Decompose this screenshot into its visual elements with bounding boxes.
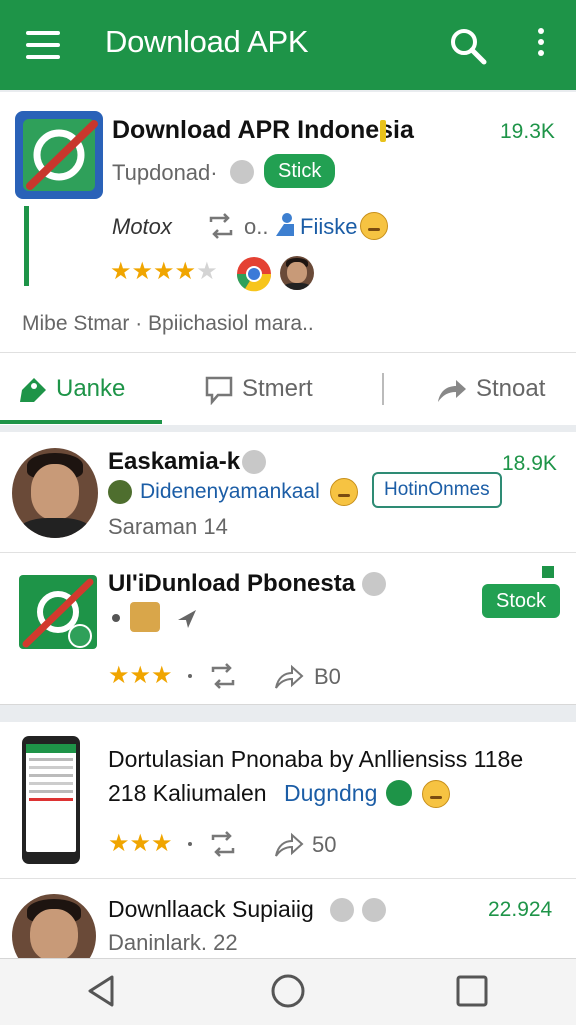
emoji-icon	[330, 478, 358, 506]
row-divider	[0, 552, 576, 553]
star-icon: ★	[174, 258, 197, 285]
comment-icon	[205, 376, 233, 406]
item-count: 18.9K	[502, 452, 557, 475]
back-icon[interactable]	[84, 973, 120, 1009]
reaction-icon	[362, 898, 386, 922]
app-list-card-2: Dortulasian Pnonaba by Anlliensiss 118e …	[0, 722, 576, 978]
item-title-line2: 218 Kaliumalen	[108, 780, 267, 806]
menu-icon[interactable]	[26, 31, 60, 59]
reaction-icon	[242, 450, 266, 474]
more-vert-icon[interactable]	[536, 28, 546, 62]
rating-stars: ★★★	[108, 832, 173, 856]
share-icon[interactable]	[274, 664, 304, 690]
star-icon: ★	[129, 662, 152, 689]
active-tab-indicator	[0, 420, 162, 424]
rating-stars: ★★★★★	[110, 260, 218, 284]
item-count: 22.924	[488, 898, 553, 921]
home-icon[interactable]	[270, 973, 306, 1009]
app-bar: Download APK	[0, 0, 576, 90]
developer-name: Tupdonad·	[112, 160, 218, 185]
item-name[interactable]: Easkamia-k	[108, 448, 240, 476]
reaction-icon	[362, 572, 386, 596]
star-icon: ★	[129, 830, 152, 857]
tab-stmert[interactable]: Stmert	[204, 353, 313, 425]
meta-mid: o..	[244, 214, 269, 239]
app-icon	[15, 111, 103, 199]
recents-icon[interactable]	[454, 973, 490, 1009]
small-dot-icon	[112, 614, 120, 622]
icon-accent-bar	[24, 206, 29, 286]
dot-separator	[188, 842, 192, 846]
star-icon: ★	[196, 258, 218, 285]
bookmark-icon[interactable]	[542, 566, 554, 578]
star-icon: ★	[131, 258, 154, 285]
reply-count: 50	[312, 832, 337, 857]
star-icon: ★	[110, 258, 132, 285]
app-title: Download APK	[105, 24, 309, 59]
download-count: 19.3K	[500, 120, 555, 143]
stock-badge[interactable]: Stick	[264, 154, 336, 188]
item-meta: Saraman 14	[108, 514, 228, 539]
item-name[interactable]: UI'iDunload Pbonesta	[108, 570, 355, 598]
star-icon: ★	[151, 662, 173, 689]
reaction-icon	[330, 898, 354, 922]
reply-count: B0	[314, 664, 341, 689]
app-icon	[19, 575, 97, 649]
row-divider	[0, 878, 576, 879]
action-tabs: Uanke Stmert Stnoat	[0, 352, 576, 425]
repost-icon[interactable]	[208, 830, 238, 858]
chrome-icon	[236, 257, 272, 292]
badge-a-icon	[386, 780, 412, 806]
app-name: Download APR Indonesia	[112, 116, 414, 144]
tab-stnoat[interactable]: Stnoat	[436, 353, 545, 425]
user-avatar[interactable]	[280, 256, 314, 290]
item-subtitle[interactable]: Didenenyamankaal	[140, 480, 320, 504]
star-icon: ★	[153, 258, 175, 285]
emoji-icon	[422, 780, 450, 808]
item-meta: Daninlark. 22	[108, 930, 238, 955]
tab-separator	[382, 373, 384, 405]
send-icon[interactable]	[176, 608, 198, 630]
character-icon	[130, 602, 160, 632]
item-link[interactable]: Dugndng	[284, 780, 377, 807]
app-description: Mibe Stmar · Bpiichasiol mara..	[22, 312, 314, 335]
meta-left: Motox	[112, 214, 172, 239]
person-icon	[276, 213, 294, 236]
item-title-line1[interactable]: Dortulasian Pnonaba by Anlliensiss 118e	[108, 746, 523, 773]
star-icon: ★	[108, 830, 130, 857]
share-icon[interactable]	[274, 832, 304, 858]
emoji-icon	[360, 212, 388, 240]
dot-separator	[188, 674, 192, 678]
star-icon: ★	[151, 830, 173, 857]
system-nav-bar	[0, 958, 576, 1025]
item-name[interactable]: Downllaack Supiaiig	[108, 896, 314, 923]
tab-uanke[interactable]: Uanke	[18, 353, 125, 425]
stock-badge[interactable]: Stock	[482, 584, 561, 618]
developer-avatar[interactable]	[12, 448, 98, 538]
rating-stars: ★★★	[108, 664, 173, 688]
phone-screenshot-thumbnail	[22, 736, 80, 864]
star-icon: ★	[108, 662, 130, 689]
search-icon[interactable]	[448, 26, 488, 66]
hot-badge[interactable]: HotinOnmes	[372, 472, 502, 508]
repost-icon[interactable]	[208, 662, 238, 690]
share-icon	[438, 379, 466, 402]
app-mini-icon	[108, 480, 132, 504]
app-list-card: Easkamia-k 18.9K Didenenyamankaal HotinO…	[0, 432, 576, 705]
meta-right: Fiiske	[300, 214, 358, 239]
repost-icon[interactable]	[206, 212, 236, 240]
user-icon	[230, 160, 254, 184]
badge-icon	[380, 120, 386, 142]
tag-icon	[20, 377, 46, 402]
